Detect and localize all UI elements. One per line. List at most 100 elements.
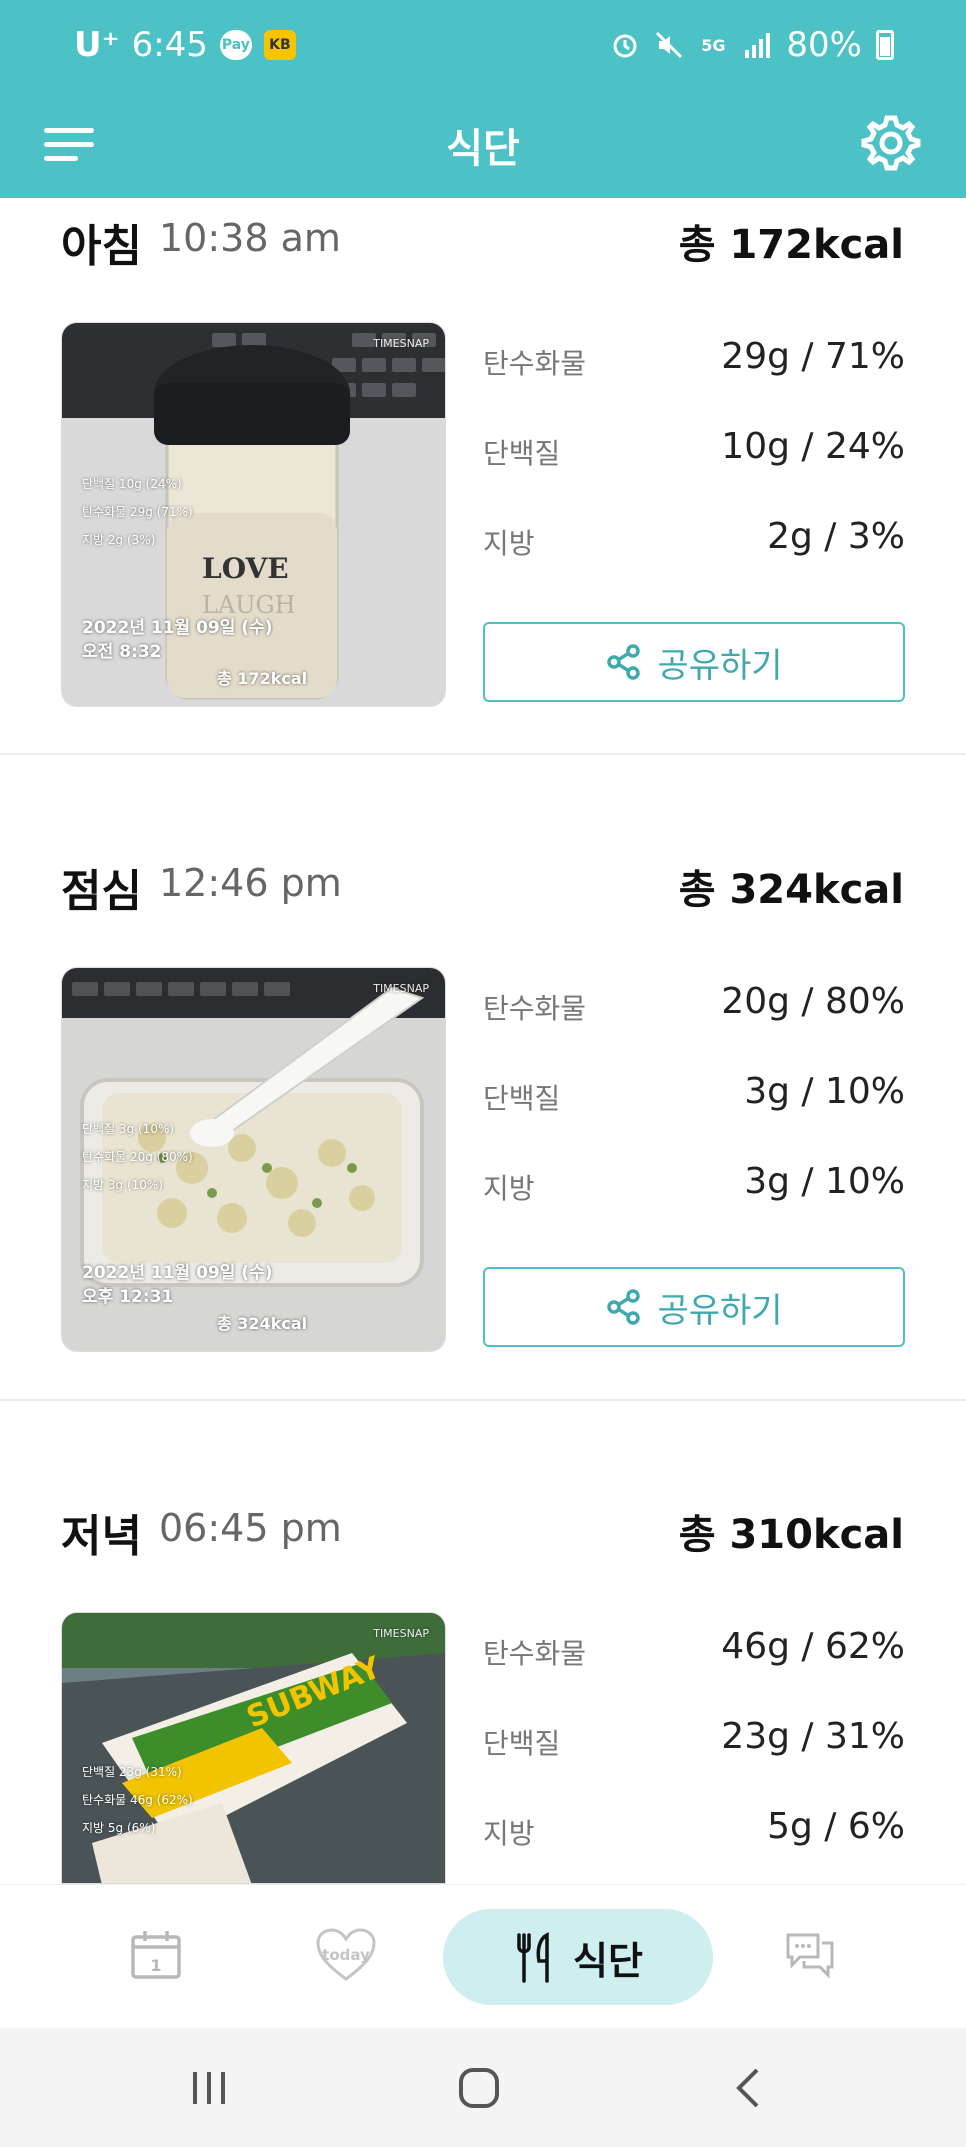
pay-badge: Pay (219, 30, 252, 60)
mute-icon (654, 30, 684, 60)
share-button[interactable]: 공유하기 (483, 1267, 905, 1347)
recents-button[interactable] (174, 2058, 244, 2118)
meal-header: 아침 10:38 am 총 172kcal (61, 210, 904, 272)
meal-card-breakfast: 아침 10:38 am 총 172kcal LOVE LAUGH TIMESNA… (0, 210, 966, 750)
meal-photo[interactable]: LOVE LAUGH TIMESNAP 단백질 10g (24%) 탄수화물 2… (61, 322, 446, 707)
nutrient-row-fat: 지방 3g / 10% (483, 1161, 905, 1211)
back-button[interactable] (714, 2058, 784, 2118)
app-bar: 식단 (0, 90, 966, 198)
watermark-brand: TIMESNAP (373, 1627, 429, 1640)
share-label: 공유하기 (657, 1290, 783, 1331)
nutrient-label: 단백질 (483, 1082, 561, 1115)
meal-total-kcal: 총 310kcal (678, 1512, 904, 1558)
nutrient-row-fat: 지방 5g / 6% (483, 1806, 905, 1856)
meal-photo[interactable]: TIMESNAP 단백질 3g (10%) 탄수화물 20g (80%) 지방 … (61, 967, 446, 1352)
meal-total-kcal: 총 172kcal (678, 222, 904, 268)
meal-card-dinner: 저녁 06:45 pm 총 310kcal SUBWAY TIMESNAP 단백… (0, 1500, 966, 1884)
nutrient-label: 지방 (483, 1817, 535, 1850)
nutrient-value: 29g / 71% (721, 336, 905, 377)
nutrient-row-fat: 지방 2g / 3% (483, 516, 905, 566)
photo-overlay-line: 지방 3g (10%) (82, 1178, 163, 1192)
photo-overlay-line: 단백질 3g (10%) (82, 1122, 175, 1136)
clock: 6:45 (131, 25, 208, 65)
divider (0, 1399, 966, 1401)
nutrient-value: 3g / 10% (744, 1161, 905, 1202)
nutrient-label: 탄수화물 (483, 1637, 587, 1670)
share-icon (607, 644, 641, 680)
photo-overlay-line: 단백질 10g (24%) (82, 477, 182, 491)
photo-overlay-line: 단백질 23g (31%) (82, 1765, 182, 1779)
status-bar: U⁺ 6:45 Pay KB 5G 80% (0, 0, 966, 90)
share-button[interactable]: 공유하기 (483, 622, 905, 702)
photo-overlay-line: 탄수화물 29g (71%) (82, 505, 193, 519)
screen: U⁺ 6:45 Pay KB 5G 80% 식단 아침 10:38 am 총 1… (0, 0, 966, 2147)
meal-time: 06:45 pm (159, 1506, 342, 1550)
meal-header: 저녁 06:45 pm 총 310kcal (61, 1500, 904, 1562)
nutrient-row-protein: 단백질 3g / 10% (483, 1071, 905, 1121)
nutrient-label: 지방 (483, 527, 535, 560)
nutrient-label: 단백질 (483, 437, 561, 470)
bottom-nav: 1 today 식단 (0, 1884, 966, 2028)
system-nav-bar (0, 2028, 966, 2147)
meal-time: 12:46 pm (159, 861, 342, 905)
nutrient-value: 2g / 3% (767, 516, 905, 557)
meal-time: 10:38 am (159, 216, 341, 260)
signal-icon (742, 30, 772, 60)
nutrient-value: 23g / 31% (721, 1716, 905, 1757)
photo-overlay-line: 탄수화물 20g (80%) (82, 1150, 193, 1164)
gear-icon (861, 115, 921, 171)
nutrient-row-carbs: 탄수화물 46g / 62% (483, 1626, 905, 1676)
meal-header: 점심 12:46 pm 총 324kcal (61, 855, 904, 917)
photo-kcal: 총 324kcal (217, 1314, 308, 1333)
calendar-icon: 1 (131, 1931, 181, 1979)
meal-total-kcal: 총 324kcal (678, 867, 904, 913)
kb-app-icon: KB (263, 30, 296, 60)
nav-chat[interactable] (770, 1915, 850, 1995)
5g-icon: 5G (701, 35, 726, 55)
photo-date: 2022년 11월 09일 (수) (82, 618, 273, 638)
photo-time: 오후 12:31 (82, 1287, 174, 1307)
nav-today[interactable]: today (306, 1915, 386, 1995)
battery-percent: 80% (786, 25, 862, 65)
nutrient-label: 지방 (483, 1172, 535, 1205)
share-label: 공유하기 (657, 645, 783, 686)
fork-knife-icon (517, 1932, 549, 1983)
battery-icon (876, 30, 894, 60)
photo-time: 오전 8:32 (82, 642, 162, 662)
photo-overlay-line: 지방 5g (6%) (82, 1821, 156, 1835)
nutrient-value: 46g / 62% (721, 1626, 905, 1667)
settings-button[interactable] (856, 108, 926, 178)
top-bar: U⁺ 6:45 Pay KB 5G 80% 식단 (0, 0, 966, 198)
watermark-brand: TIMESNAP (373, 982, 429, 995)
nutrient-row-carbs: 탄수화물 20g / 80% (483, 981, 905, 1031)
nutrient-label: 탄수화물 (483, 992, 587, 1025)
home-icon (459, 2068, 499, 2108)
nutrient-row-protein: 단백질 23g / 31% (483, 1716, 905, 1766)
nutrient-row-protein: 단백질 10g / 24% (483, 426, 905, 476)
svg-text:LOVE: LOVE (202, 552, 289, 585)
meal-photo[interactable]: SUBWAY TIMESNAP 단백질 23g (31%) 탄수화물 46g (… (61, 1612, 446, 1884)
back-icon (736, 2068, 759, 2108)
photo-date: 2022년 11월 09일 (수) (82, 1263, 273, 1283)
home-button[interactable] (444, 2058, 514, 2118)
meal-card-lunch: 점심 12:46 pm 총 324kcal TIMESNAP 단백질 3g (1… (0, 855, 966, 1395)
today-label: today (322, 1946, 370, 1964)
chat-icon (786, 1933, 834, 1979)
svg-text:1: 1 (150, 1956, 161, 1975)
nutrient-label: 단백질 (483, 1727, 561, 1760)
meal-name: 아침 (61, 221, 142, 272)
photo-overlay-line: 지방 2g (3%) (82, 533, 156, 547)
watermark-brand: TIMESNAP (373, 337, 429, 350)
recents-icon (193, 2072, 225, 2104)
nav-calendar[interactable]: 1 (116, 1915, 196, 1995)
nutrient-value: 3g / 10% (744, 1071, 905, 1112)
share-icon (607, 1289, 641, 1325)
nutrient-row-carbs: 탄수화물 29g / 71% (483, 336, 905, 386)
meal-name: 점심 (61, 866, 142, 917)
nutrient-value: 10g / 24% (721, 426, 905, 467)
nav-meal[interactable]: 식단 (443, 1909, 713, 2005)
carrier-label: U⁺ (74, 25, 120, 65)
meal-name: 저녁 (61, 1511, 142, 1562)
nutrient-value: 20g / 80% (721, 981, 905, 1022)
nav-meal-label: 식단 (573, 1938, 643, 1983)
